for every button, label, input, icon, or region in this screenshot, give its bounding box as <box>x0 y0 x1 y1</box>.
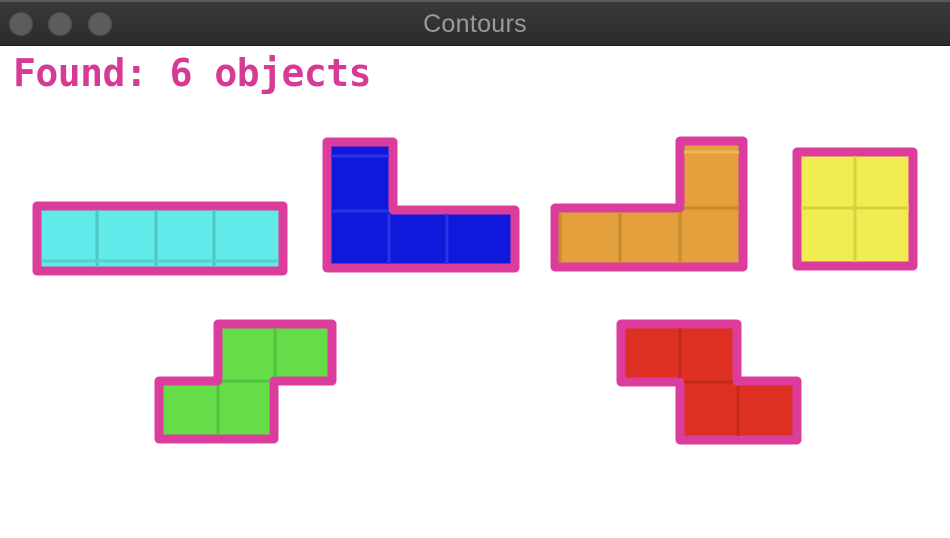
window-title: Contours <box>423 10 527 38</box>
contours-window: Contours Found: 6 objects <box>0 0 950 538</box>
contour-image <box>32 136 918 445</box>
orange-j-piece <box>550 136 748 272</box>
cyan-i-piece <box>32 201 288 276</box>
blue-l-piece <box>322 137 520 273</box>
yellow-o-piece <box>792 147 918 271</box>
title-bar: Contours <box>0 0 950 46</box>
image-canvas: Found: 6 objects <box>0 46 950 538</box>
red-z-piece <box>616 319 802 445</box>
green-s-piece <box>154 319 337 444</box>
